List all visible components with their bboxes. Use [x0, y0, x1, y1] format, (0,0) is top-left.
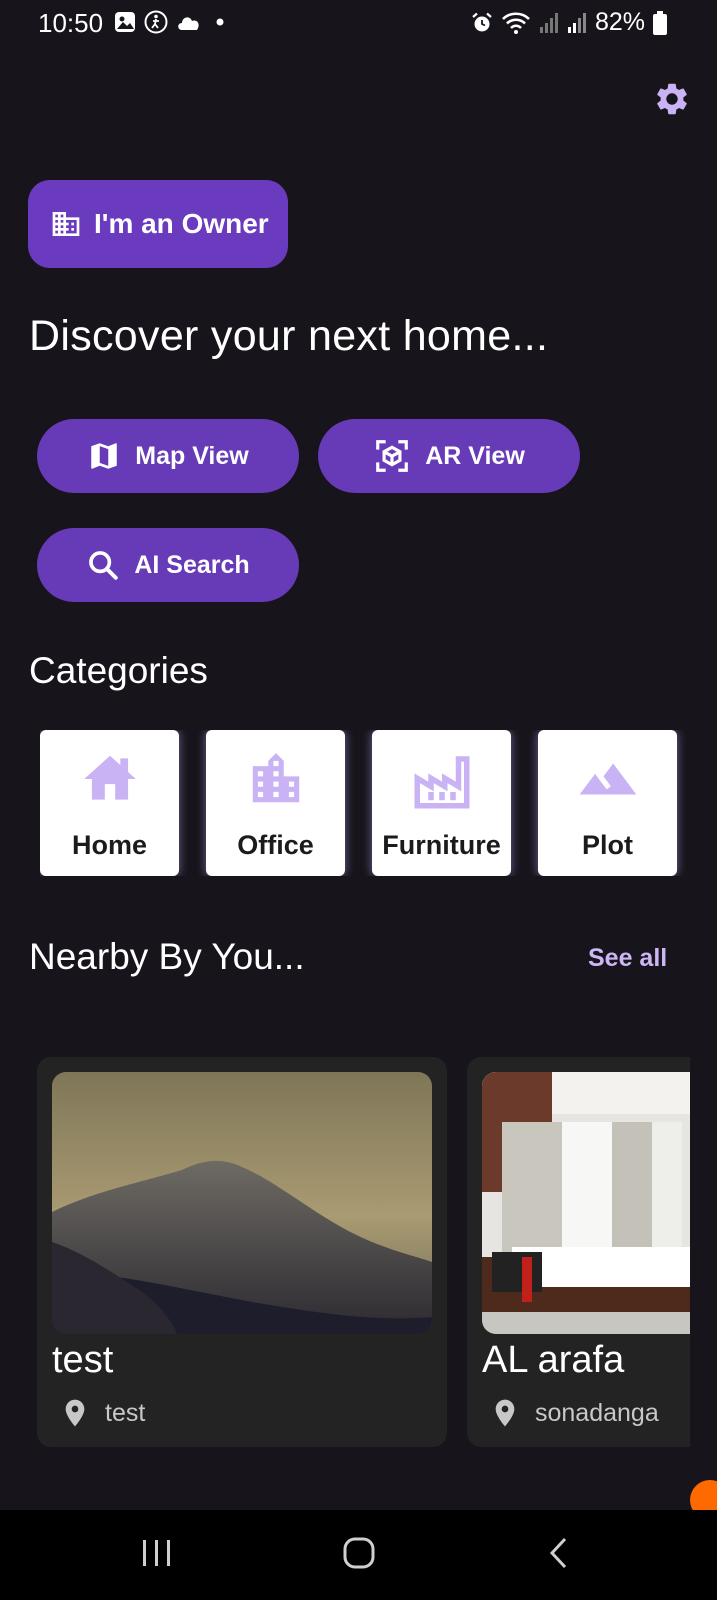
recent-apps-icon[interactable]: [140, 1538, 174, 1568]
search-icon: [89, 551, 119, 580]
category-card-office[interactable]: Office: [206, 730, 345, 876]
location-pin-icon: [495, 1399, 515, 1427]
property-image-mountain: [52, 1072, 432, 1334]
status-bar: 10:50 82%: [0, 0, 717, 48]
gear-icon[interactable]: [653, 80, 691, 118]
view-in-ar-icon: [376, 440, 409, 472]
categories-row: Home Office Furniture Plot: [40, 730, 700, 876]
app-screen: 10:50 82% I'm an Owner Discover your nex…: [0, 0, 717, 1600]
signal-icon: [539, 12, 558, 33]
category-label: Office: [237, 830, 314, 860]
status-time: 10:50: [38, 8, 104, 38]
house-icon: [83, 755, 136, 800]
status-right-icons: 82%: [471, 8, 667, 37]
property-card[interactable]: AL arafa sonadanga: [467, 1057, 690, 1447]
category-label: Furniture: [382, 830, 501, 860]
system-nav-bar: [0, 1510, 717, 1600]
signal-icon: [567, 12, 586, 33]
battery-percent: 82%: [594, 8, 645, 36]
property-location-text: sonadanga: [535, 1398, 659, 1427]
owner-button-label: I'm an Owner: [94, 208, 269, 239]
categories-title: Categories: [29, 650, 208, 691]
ai-search-button[interactable]: AI Search: [37, 528, 299, 602]
property-location: sonadanga: [489, 1395, 659, 1431]
building-icon: [52, 212, 80, 236]
property-location-text: test: [105, 1398, 146, 1427]
ar-view-button[interactable]: AR View: [318, 419, 580, 493]
wifi-icon: [502, 11, 530, 34]
page-headline: Discover your next home...: [29, 312, 549, 360]
ai-search-label: AI Search: [134, 550, 250, 579]
location-pin-icon: [65, 1399, 85, 1427]
cloud-icon: [178, 17, 199, 30]
category-card-plot[interactable]: Plot: [538, 730, 677, 876]
factory-icon: [414, 756, 469, 809]
battery-icon: [653, 10, 667, 35]
property-title: test: [52, 1339, 114, 1381]
property-location: test: [59, 1395, 145, 1431]
property-image-bedroom: [482, 1072, 690, 1334]
see-all-link[interactable]: See all: [588, 944, 667, 973]
property-card[interactable]: test test: [37, 1057, 447, 1447]
property-title: AL arafa: [482, 1339, 625, 1381]
map-view-button[interactable]: Map View: [37, 419, 299, 493]
office-building-icon: [252, 753, 299, 803]
alarm-icon: [472, 12, 492, 31]
map-icon: [91, 443, 118, 469]
map-view-label: Map View: [135, 441, 249, 470]
ar-view-label: AR View: [425, 441, 525, 470]
nearby-properties-strip: test test AL arafa sonadanga: [37, 1057, 690, 1447]
accessibility-icon: [144, 10, 168, 34]
category-label: Home: [71, 830, 147, 860]
nearby-title: Nearby By You...: [29, 936, 305, 977]
category-card-home[interactable]: Home: [40, 730, 179, 876]
dot-icon: [216, 18, 224, 26]
home-icon[interactable]: [342, 1536, 376, 1570]
category-label: Plot: [582, 830, 633, 860]
gallery-icon: [115, 12, 135, 32]
back-icon[interactable]: [548, 1536, 570, 1570]
owner-button[interactable]: I'm an Owner: [28, 180, 288, 268]
mountain-icon: [579, 763, 636, 795]
category-card-furniture[interactable]: Furniture: [372, 730, 511, 876]
status-left-icons: [114, 10, 230, 34]
